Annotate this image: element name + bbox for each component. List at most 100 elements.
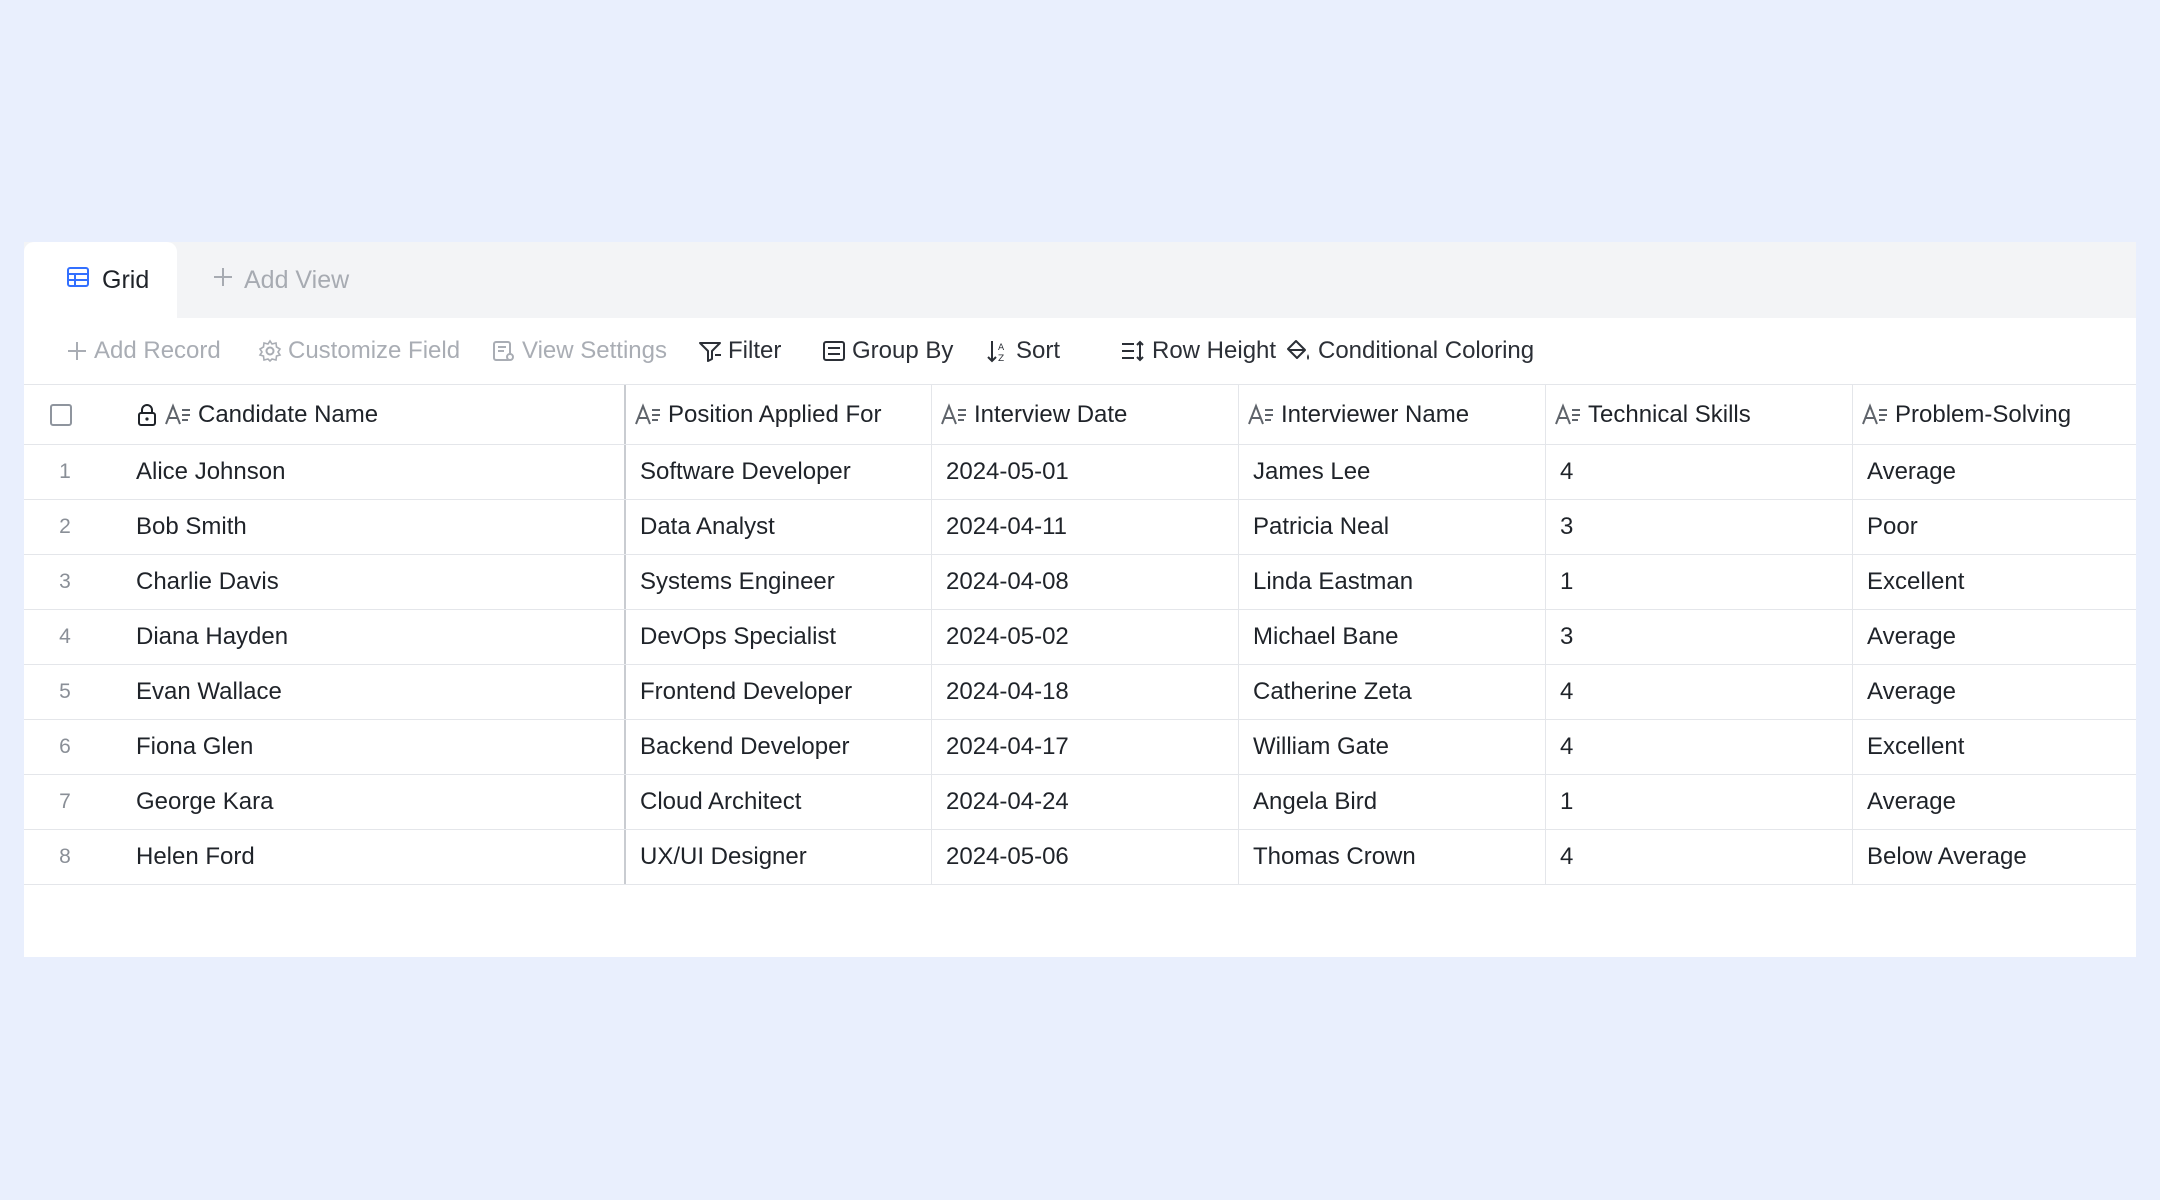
cell-interview-date[interactable]: 2024-04-11 bbox=[931, 500, 1238, 554]
text-field-icon bbox=[1554, 402, 1582, 427]
cell-technical-skills[interactable]: 4 bbox=[1545, 445, 1852, 499]
cell-interviewer[interactable]: Michael Bane bbox=[1238, 610, 1545, 664]
cell-position[interactable]: Frontend Developer bbox=[624, 665, 931, 719]
group-by-button[interactable]: Group By bbox=[822, 318, 953, 384]
cell-interviewer[interactable]: Catherine Zeta bbox=[1238, 665, 1545, 719]
column-header-technical-skills[interactable]: Technical Skills bbox=[1545, 385, 1852, 444]
table-row[interactable]: 8 Helen Ford UX/UI Designer 2024-05-06 T… bbox=[24, 830, 2136, 885]
table-row[interactable]: 3 Charlie Davis Systems Engineer 2024-04… bbox=[24, 555, 2136, 610]
svg-text:Z: Z bbox=[998, 354, 1004, 363]
sort-icon: AZ bbox=[986, 339, 1010, 363]
header-select-all bbox=[24, 385, 136, 444]
cell-candidate-name[interactable]: Evan Wallace bbox=[136, 665, 624, 719]
text-field-icon bbox=[164, 402, 192, 427]
column-header-interviewer[interactable]: Interviewer Name bbox=[1238, 385, 1545, 444]
cell-technical-skills[interactable]: 4 bbox=[1545, 665, 1852, 719]
table-row[interactable]: 2 Bob Smith Data Analyst 2024-04-11 Patr… bbox=[24, 500, 2136, 555]
cell-problem-solving[interactable]: Below Average bbox=[1852, 830, 2136, 884]
cell-technical-skills[interactable]: 3 bbox=[1545, 500, 1852, 554]
cell-problem-solving[interactable]: Average bbox=[1852, 665, 2136, 719]
row-number: 5 bbox=[59, 680, 71, 703]
lock-icon bbox=[136, 403, 158, 427]
column-header-label: Technical Skills bbox=[1588, 400, 1751, 428]
cell-position[interactable]: DevOps Specialist bbox=[624, 610, 931, 664]
cell-position[interactable]: Software Developer bbox=[624, 445, 931, 499]
cell-interviewer[interactable]: Thomas Crown bbox=[1238, 830, 1545, 884]
column-header-label: Interview Date bbox=[974, 400, 1128, 428]
cell-interview-date[interactable]: 2024-05-01 bbox=[931, 445, 1238, 499]
cell-interview-date[interactable]: 2024-04-17 bbox=[931, 720, 1238, 774]
cell-interviewer[interactable]: Patricia Neal bbox=[1238, 500, 1545, 554]
cell-interview-date[interactable]: 2024-05-02 bbox=[931, 610, 1238, 664]
column-header-position[interactable]: Position Applied For bbox=[624, 385, 931, 444]
cell-technical-skills[interactable]: 1 bbox=[1545, 775, 1852, 829]
column-header-label: Problem-Solving bbox=[1895, 400, 2072, 428]
view-tab-bar: Grid Add View bbox=[24, 242, 2136, 318]
add-record-label: Add Record bbox=[94, 337, 221, 364]
column-header-candidate-name[interactable]: Candidate Name bbox=[136, 385, 624, 444]
conditional-coloring-button[interactable]: Conditional Coloring bbox=[1286, 318, 1534, 384]
add-view-button[interactable]: Add View bbox=[212, 242, 349, 318]
row-number: 2 bbox=[59, 515, 71, 538]
tab-grid[interactable]: Grid bbox=[24, 242, 177, 318]
row-number: 8 bbox=[59, 845, 71, 868]
cell-problem-solving[interactable]: Excellent bbox=[1852, 555, 2136, 609]
cell-interview-date[interactable]: 2024-04-24 bbox=[931, 775, 1238, 829]
table-header-row: Candidate Name Position Applied For Inte… bbox=[24, 385, 2136, 445]
cell-problem-solving[interactable]: Average bbox=[1852, 610, 2136, 664]
cell-position[interactable]: UX/UI Designer bbox=[624, 830, 931, 884]
customize-field-label: Customize Field bbox=[288, 337, 461, 364]
group-by-label: Group By bbox=[852, 337, 954, 364]
filter-button[interactable]: Filter bbox=[698, 318, 781, 384]
cell-position[interactable]: Backend Developer bbox=[624, 720, 931, 774]
cell-candidate-name[interactable]: Fiona Glen bbox=[136, 720, 624, 774]
cell-technical-skills[interactable]: 1 bbox=[1545, 555, 1852, 609]
column-header-problem-solving[interactable]: Problem-Solving bbox=[1852, 385, 2136, 444]
cell-candidate-name[interactable]: Helen Ford bbox=[136, 830, 624, 884]
column-header-label: Candidate Name bbox=[198, 400, 379, 428]
table-row[interactable]: 1 Alice Johnson Software Developer 2024-… bbox=[24, 445, 2136, 500]
cell-position[interactable]: Cloud Architect bbox=[624, 775, 931, 829]
gear-icon bbox=[258, 339, 282, 363]
paint-bucket-icon bbox=[1286, 339, 1312, 363]
text-field-icon bbox=[1247, 402, 1275, 427]
column-header-label: Position Applied For bbox=[668, 400, 882, 428]
cell-interviewer[interactable]: Linda Eastman bbox=[1238, 555, 1545, 609]
table-row[interactable]: 4 Diana Hayden DevOps Specialist 2024-05… bbox=[24, 610, 2136, 665]
cell-candidate-name[interactable]: Diana Hayden bbox=[136, 610, 624, 664]
sort-button[interactable]: AZ Sort bbox=[986, 318, 1060, 384]
text-field-icon bbox=[634, 402, 662, 427]
cell-interview-date[interactable]: 2024-05-06 bbox=[931, 830, 1238, 884]
cell-technical-skills[interactable]: 4 bbox=[1545, 720, 1852, 774]
grid-icon bbox=[66, 265, 90, 296]
select-all-checkbox[interactable] bbox=[50, 403, 72, 426]
cell-problem-solving[interactable]: Excellent bbox=[1852, 720, 2136, 774]
cell-candidate-name[interactable]: Alice Johnson bbox=[136, 445, 624, 499]
column-header-interview-date[interactable]: Interview Date bbox=[931, 385, 1238, 444]
add-view-label: Add View bbox=[244, 265, 350, 294]
cell-problem-solving[interactable]: Average bbox=[1852, 775, 2136, 829]
cell-technical-skills[interactable]: 3 bbox=[1545, 610, 1852, 664]
cell-candidate-name[interactable]: Charlie Davis bbox=[136, 555, 624, 609]
customize-field-button[interactable]: Customize Field bbox=[258, 318, 460, 384]
table-row[interactable]: 5 Evan Wallace Frontend Developer 2024-0… bbox=[24, 665, 2136, 720]
cell-interviewer[interactable]: James Lee bbox=[1238, 445, 1545, 499]
filter-icon bbox=[698, 339, 722, 363]
cell-candidate-name[interactable]: George Kara bbox=[136, 775, 624, 829]
cell-interview-date[interactable]: 2024-04-08 bbox=[931, 555, 1238, 609]
cell-position[interactable]: Data Analyst bbox=[624, 500, 931, 554]
cell-interviewer[interactable]: Angela Bird bbox=[1238, 775, 1545, 829]
cell-interviewer[interactable]: William Gate bbox=[1238, 720, 1545, 774]
cell-technical-skills[interactable]: 4 bbox=[1545, 830, 1852, 884]
table-row[interactable]: 7 George Kara Cloud Architect 2024-04-24… bbox=[24, 775, 2136, 830]
cell-problem-solving[interactable]: Average bbox=[1852, 445, 2136, 499]
view-settings-button[interactable]: View Settings bbox=[492, 318, 667, 384]
table-row[interactable]: 6 Fiona Glen Backend Developer 2024-04-1… bbox=[24, 720, 2136, 775]
cell-interview-date[interactable]: 2024-04-18 bbox=[931, 665, 1238, 719]
cell-candidate-name[interactable]: Bob Smith bbox=[136, 500, 624, 554]
cell-problem-solving[interactable]: Poor bbox=[1852, 500, 2136, 554]
cell-position[interactable]: Systems Engineer bbox=[624, 555, 931, 609]
row-height-button[interactable]: Row Height bbox=[1120, 318, 1276, 384]
data-table: Candidate Name Position Applied For Inte… bbox=[24, 385, 2136, 885]
add-record-button[interactable]: Add Record bbox=[66, 318, 221, 384]
